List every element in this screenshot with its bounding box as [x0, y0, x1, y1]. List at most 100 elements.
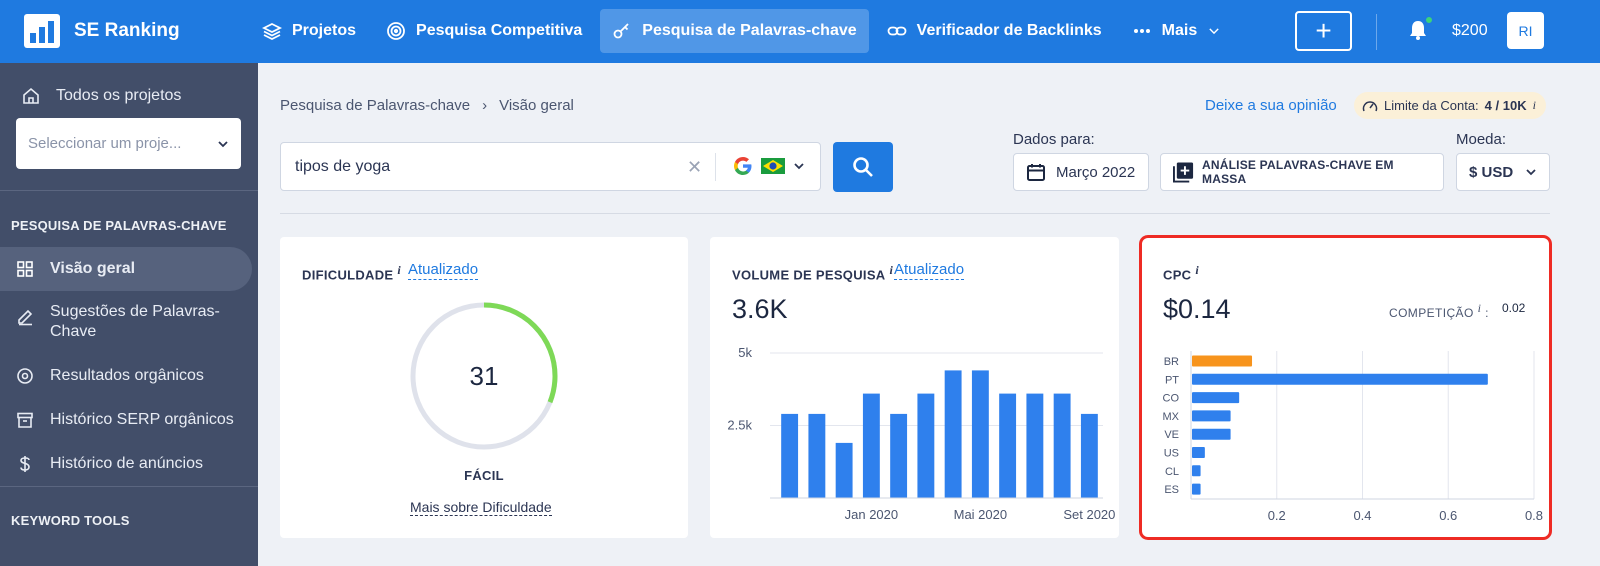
- sidebar-item-sugestoes[interactable]: Sugestões de Palavras-Chave: [0, 302, 252, 346]
- country-label: MX: [1163, 411, 1180, 423]
- volume-bar: [999, 393, 1017, 498]
- difficulty-value: 31: [469, 361, 499, 391]
- data-for-label: Dados para:: [1013, 131, 1095, 148]
- y-tick-label: 5k: [738, 345, 752, 360]
- project-select[interactable]: Seleccionar um proje...: [16, 118, 241, 169]
- country-label: BR: [1164, 356, 1179, 368]
- app-logo[interactable]: SE Ranking: [24, 14, 180, 48]
- cpc-bar: [1192, 392, 1240, 404]
- volume-bar: [944, 370, 962, 498]
- chevron-down-icon: [218, 140, 228, 147]
- country-label: ES: [1164, 484, 1179, 496]
- notification-dot: [1425, 16, 1433, 24]
- currency-label: Moeda:: [1456, 131, 1507, 148]
- nav-mais[interactable]: Mais: [1120, 9, 1234, 53]
- currency-select[interactable]: $ USD: [1456, 153, 1550, 191]
- account-limit-badge: Limite da Conta: 4 / 10K i: [1354, 92, 1546, 119]
- country-label: CO: [1163, 393, 1180, 405]
- volume-bar: [862, 393, 880, 498]
- archive-icon: [17, 412, 33, 428]
- section-keyword-research: PESQUISA DE PALAVRAS-CHAVE: [11, 218, 227, 233]
- balance[interactable]: $200: [1452, 22, 1488, 40]
- sidebar-item-label: Histórico de anúncios: [50, 455, 203, 472]
- nav-verificador-backlinks[interactable]: Verificador de Backlinks: [875, 9, 1114, 53]
- search-input[interactable]: [295, 157, 675, 176]
- section-keyword-tools: KEYWORD TOOLS: [11, 513, 130, 528]
- cpc-bar: [1192, 355, 1253, 367]
- difficulty-updated-link[interactable]: Atualizado: [408, 261, 479, 280]
- difficulty-title-text: DIFICULDADE: [302, 267, 394, 283]
- cpc-bar: [1192, 373, 1488, 385]
- home-icon: [23, 87, 39, 104]
- volume-bar: [835, 442, 853, 498]
- nav-pesquisa-competitiva[interactable]: Pesquisa Competitiva: [374, 9, 594, 53]
- sidebar-item-label: Histórico SERP orgânicos: [50, 411, 234, 428]
- divider: [0, 190, 258, 191]
- nav-label: Projetos: [292, 22, 357, 39]
- key-icon: [613, 23, 629, 39]
- add-button[interactable]: +: [1295, 11, 1352, 51]
- info-icon[interactable]: i: [1533, 98, 1536, 113]
- country-label: CL: [1165, 466, 1179, 478]
- cpc-bar: [1192, 447, 1205, 458]
- add-box-icon: [1173, 162, 1194, 183]
- x-tick-label: Set 2020: [1063, 507, 1115, 522]
- x-tick-label: 0.6: [1439, 508, 1457, 523]
- more-dots-icon: [1133, 29, 1150, 33]
- target-icon: [17, 368, 33, 384]
- sidebar: Todos os projetos Seleccionar um proje..…: [0, 63, 258, 566]
- all-projects-link[interactable]: Todos os projetos: [22, 87, 181, 105]
- engine-selector[interactable]: [733, 156, 805, 176]
- more-about-difficulty-link[interactable]: Mais sobre Dificuldade: [410, 499, 552, 516]
- sidebar-item-historico-anuncios[interactable]: Histórico de anúncios: [0, 451, 252, 477]
- x-tick-label: 0.4: [1353, 508, 1371, 523]
- nav-projetos[interactable]: Projetos: [250, 9, 368, 53]
- nav-pesquisa-palavras-chave[interactable]: Pesquisa de Palavras-chave: [600, 9, 869, 53]
- main-nav: Projetos Pesquisa Competitiva Pesquisa d…: [250, 9, 1239, 53]
- sidebar-item-visao-geral[interactable]: Visão geral: [0, 247, 252, 291]
- divider: [1376, 14, 1377, 50]
- bulk-analysis-label: ANÁLISE PALAVRAS-CHAVE EM MASSA: [1202, 158, 1394, 186]
- cpc-bar: [1192, 465, 1201, 477]
- dollar-icon: [20, 456, 30, 472]
- clear-icon[interactable]: ✕: [687, 157, 702, 178]
- volume-bar: [781, 413, 799, 498]
- sidebar-item-label: Sugestões de Palavras-Chave: [50, 303, 220, 340]
- volume-bar: [1026, 393, 1044, 498]
- country-label: PT: [1165, 374, 1179, 386]
- all-projects-label: Todos os projetos: [56, 87, 182, 104]
- volume-bar: [971, 370, 989, 498]
- pencil-icon: [18, 309, 33, 326]
- sidebar-item-label: Resultados orgânicos: [50, 367, 204, 384]
- info-icon[interactable]: i: [397, 263, 401, 277]
- volume-bar: [1053, 393, 1071, 498]
- notification-bell-icon[interactable]: [1409, 20, 1427, 40]
- volume-bar-chart: 2.5k 5k Jan 2020 Mai 2020 Set 2020: [727, 345, 1115, 522]
- date-picker[interactable]: Março 2022: [1013, 153, 1149, 191]
- keyword-search-field: ✕: [280, 142, 821, 191]
- breadcrumb-link[interactable]: Pesquisa de Palavras-chave: [280, 97, 470, 114]
- volume-bar: [808, 413, 826, 498]
- x-tick-label: 0.8: [1525, 508, 1543, 523]
- x-tick-label: Mai 2020: [954, 507, 1007, 522]
- bulk-analysis-button[interactable]: ANÁLISE PALAVRAS-CHAVE EM MASSA: [1160, 153, 1444, 191]
- chevron-down-icon: [794, 163, 804, 170]
- sidebar-item-resultados-organicos[interactable]: Resultados orgânicos: [0, 363, 252, 389]
- breadcrumb: Pesquisa de Palavras-chave › Visão geral: [280, 97, 574, 114]
- breadcrumb-current: Visão geral: [499, 97, 574, 114]
- layers-icon: [262, 22, 282, 41]
- difficulty-title: DIFICULDADE i: [302, 263, 401, 282]
- avatar[interactable]: RI: [1507, 12, 1544, 49]
- feedback-link[interactable]: Deixe a sua opinião: [1205, 97, 1337, 114]
- volume-bar: [890, 413, 908, 498]
- sidebar-item-label: Visão geral: [50, 260, 136, 277]
- speedometer-icon: [1362, 100, 1378, 111]
- volume-bar: [1080, 413, 1098, 498]
- sidebar-item-historico-serp[interactable]: Histórico SERP orgânicos: [0, 407, 252, 433]
- country-label: US: [1164, 448, 1179, 460]
- search-button[interactable]: [833, 142, 893, 192]
- calendar-icon: [1027, 164, 1045, 181]
- divider: [715, 153, 716, 181]
- divider: [280, 213, 1550, 214]
- difficulty-card: DIFICULDADE i Atualizado 31 FÁCIL Mais so…: [280, 237, 688, 538]
